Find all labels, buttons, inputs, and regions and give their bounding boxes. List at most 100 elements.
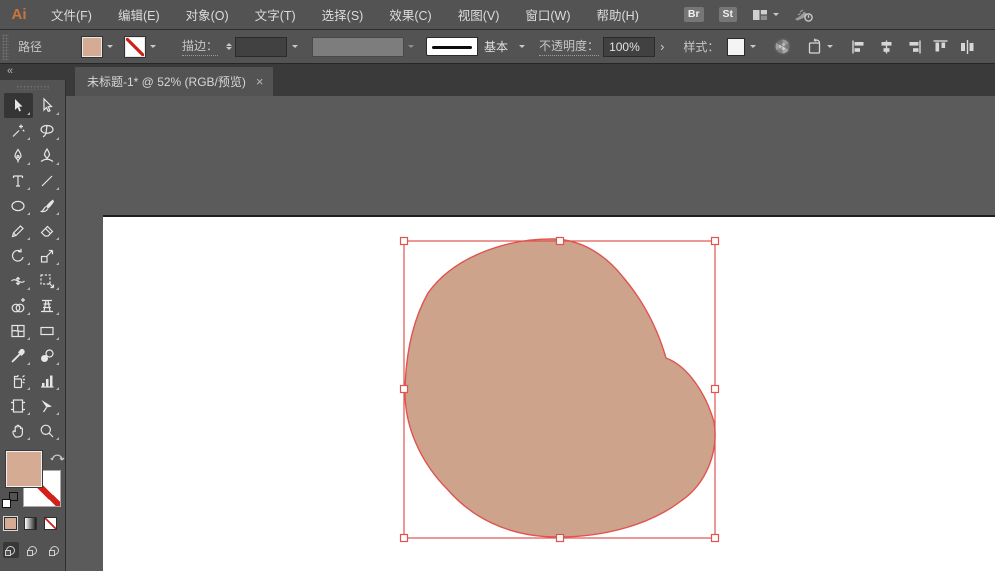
shape-builder-tool[interactable]	[4, 293, 33, 318]
stock-button[interactable]: St	[719, 7, 738, 22]
selection-handle[interactable]	[401, 535, 408, 542]
rotate-tool[interactable]	[4, 243, 33, 268]
shape-properties-button[interactable]	[807, 38, 833, 55]
stroke-width-combo[interactable]	[235, 37, 302, 57]
document-tab[interactable]: 未标题-1* @ 52% (RGB/预览) ×	[75, 67, 273, 96]
menu-item-1[interactable]: 编辑(E)	[105, 0, 173, 29]
chevron-down-icon	[750, 45, 756, 51]
fill-indicator[interactable]	[6, 451, 42, 487]
paintbrush-tool[interactable]	[33, 193, 62, 218]
stroke-color-dropdown[interactable]	[125, 37, 160, 57]
curvature-tool[interactable]	[33, 143, 62, 168]
selection-tool[interactable]	[4, 93, 33, 118]
default-fill-stroke-button[interactable]	[2, 492, 18, 508]
menu-item-2[interactable]: 对象(O)	[173, 0, 242, 29]
perspective-grid-tool[interactable]	[33, 293, 62, 318]
blend-tool[interactable]	[33, 343, 62, 368]
line-segment-tool[interactable]	[33, 168, 62, 193]
selection-handle[interactable]	[401, 386, 408, 393]
opacity-input[interactable]: 100%	[603, 37, 655, 57]
direct-selection-tool[interactable]	[33, 93, 62, 118]
zoom-tool[interactable]	[33, 418, 62, 443]
graphic-style-dropdown[interactable]	[727, 38, 760, 56]
selection-handle[interactable]	[557, 238, 564, 245]
eraser-tool[interactable]	[33, 218, 62, 243]
draw-inside-button[interactable]	[46, 542, 63, 558]
gradient-button[interactable]	[24, 517, 37, 530]
selection-handle[interactable]	[712, 238, 719, 245]
tools-panel-grip[interactable]	[16, 85, 50, 90]
fill-color-swatch[interactable]	[82, 37, 102, 57]
type-tool[interactable]	[4, 168, 33, 193]
workspace-switcher[interactable]	[752, 7, 779, 23]
color-button[interactable]	[4, 517, 17, 530]
align-left-button[interactable]	[851, 39, 868, 55]
menu-item-0[interactable]: 文件(F)	[38, 0, 105, 29]
collapse-tools-button[interactable]: «	[0, 64, 66, 80]
mesh-tool[interactable]	[4, 318, 33, 343]
graphic-style-swatch[interactable]	[727, 38, 745, 56]
align-top-button[interactable]	[932, 39, 949, 55]
canvas[interactable]	[66, 96, 995, 571]
panel-grip[interactable]	[2, 34, 9, 60]
menu-item-3[interactable]: 文字(T)	[242, 0, 309, 29]
menu-item-5[interactable]: 效果(C)	[376, 0, 444, 29]
magic-wand-tool[interactable]	[4, 118, 33, 143]
artboard-tool[interactable]	[4, 393, 33, 418]
selection-handle[interactable]	[401, 238, 408, 245]
close-tab-icon[interactable]: ×	[256, 75, 264, 88]
opacity-arrow-button[interactable]: ›	[655, 39, 669, 54]
artwork-overlay	[66, 96, 995, 571]
align-right-button[interactable]	[905, 39, 922, 55]
symbol-sprayer-tool[interactable]	[4, 368, 33, 393]
stroke-panel-link[interactable]: 描边：	[182, 37, 218, 56]
draw-normal-button[interactable]	[3, 542, 20, 558]
eyedropper-tool[interactable]	[4, 343, 33, 368]
recolor-artwork-button[interactable]	[774, 38, 791, 55]
gpu-performance-icon[interactable]	[794, 7, 814, 23]
swap-fill-stroke-button[interactable]	[50, 450, 65, 463]
hand-tool[interactable]	[4, 418, 33, 443]
document-tab-bar: 未标题-1* @ 52% (RGB/预览) ×	[66, 64, 995, 96]
chevron-down-icon	[408, 45, 414, 51]
bridge-button[interactable]: Br	[684, 7, 704, 22]
opacity-panel-link[interactable]: 不透明度：	[539, 37, 599, 56]
blob-shape[interactable]	[405, 239, 715, 537]
align-hcenter-button[interactable]	[878, 39, 895, 55]
tools-panel	[0, 80, 66, 571]
width-tool[interactable]	[4, 268, 33, 293]
stroke-width-stepper[interactable]	[226, 40, 232, 53]
pen-tool[interactable]	[4, 143, 33, 168]
chevron-down-icon	[107, 45, 113, 51]
menu-item-7[interactable]: 窗口(W)	[512, 0, 583, 29]
shaper-tool[interactable]	[4, 218, 33, 243]
free-transform-tool[interactable]	[33, 268, 62, 293]
lasso-tool[interactable]	[33, 118, 62, 143]
stroke-color-swatch[interactable]	[125, 37, 145, 57]
selection-handle[interactable]	[557, 535, 564, 542]
app-logo: Ai	[0, 6, 38, 23]
fill-color-dropdown[interactable]	[82, 37, 117, 57]
ellipse-tool[interactable]	[4, 193, 33, 218]
chevron-down-icon	[519, 45, 525, 51]
distribute-hcenter-button[interactable]	[959, 39, 976, 55]
brush-definition-dropdown[interactable]: 基本	[426, 37, 529, 56]
stroke-width-input[interactable]	[235, 37, 287, 57]
menu-items: 文件(F)编辑(E)对象(O)文字(T)选择(S)效果(C)视图(V)窗口(W)…	[38, 0, 652, 29]
brush-definition-label: 基本	[478, 38, 514, 55]
variable-width-profile-dropdown	[302, 37, 414, 57]
selection-handle[interactable]	[712, 535, 719, 542]
column-graph-tool[interactable]	[33, 368, 62, 393]
scale-tool[interactable]	[33, 243, 62, 268]
align-group	[851, 39, 976, 55]
selection-type-label: 路径	[18, 38, 42, 55]
chevron-down-icon	[827, 45, 833, 51]
slice-tool[interactable]	[33, 393, 62, 418]
selection-handle[interactable]	[712, 386, 719, 393]
menu-item-8[interactable]: 帮助(H)	[584, 0, 652, 29]
gradient-tool[interactable]	[33, 318, 62, 343]
none-button[interactable]	[44, 517, 57, 530]
menu-item-4[interactable]: 选择(S)	[309, 0, 377, 29]
draw-behind-button[interactable]	[24, 542, 41, 558]
menu-item-6[interactable]: 视图(V)	[445, 0, 513, 29]
